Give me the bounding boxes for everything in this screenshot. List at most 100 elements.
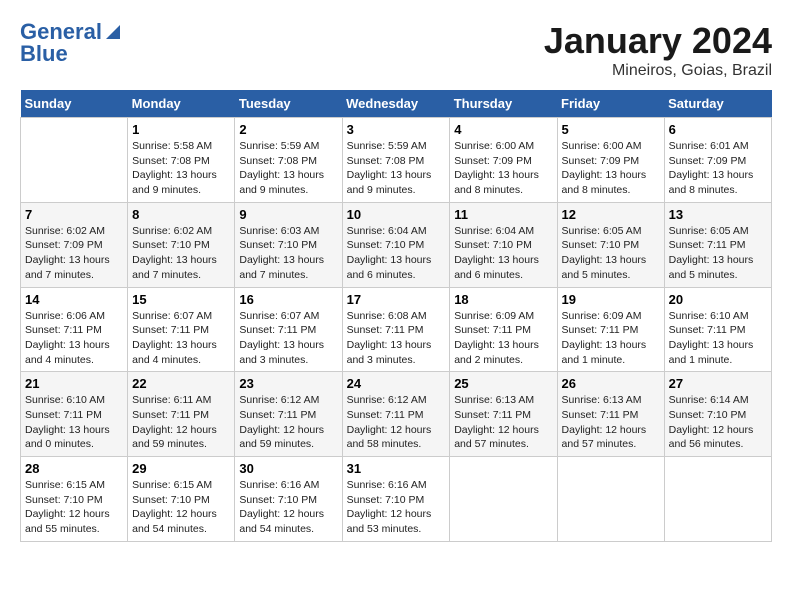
- calendar-cell: 16 Sunrise: 6:07 AMSunset: 7:11 PMDayligh…: [235, 287, 342, 372]
- day-number: 20: [669, 292, 767, 307]
- day-info: Sunrise: 6:07 AMSunset: 7:11 PMDaylight:…: [132, 309, 230, 368]
- day-info: Sunrise: 6:13 AMSunset: 7:11 PMDaylight:…: [562, 393, 660, 452]
- calendar-cell: 7Sunrise: 6:02 AMSunset: 7:09 PMDaylight…: [21, 202, 128, 287]
- day-number: 29: [132, 461, 230, 476]
- day-number: 4: [454, 122, 552, 137]
- day-number: 9: [239, 207, 337, 222]
- day-number: 13: [669, 207, 767, 222]
- calendar-cell: 29 Sunrise: 6:15 AMSunset: 7:10 PMDayligh…: [128, 457, 235, 542]
- day-info: Sunrise: 6:16 AMSunset: 7:10 PMDaylight:…: [347, 478, 446, 537]
- calendar-cell: 4Sunrise: 6:00 AMSunset: 7:09 PMDaylight…: [450, 118, 557, 203]
- day-info: Sunrise: 6:09 AMSunset: 7:11 PMDaylight:…: [454, 309, 552, 368]
- calendar-cell: 9 Sunrise: 6:03 AMSunset: 7:10 PMDaylight…: [235, 202, 342, 287]
- day-info: Sunrise: 6:14 AMSunset: 7:10 PMDaylight:…: [669, 393, 767, 452]
- page-title: January 2024: [544, 20, 772, 62]
- day-number: 10: [347, 207, 446, 222]
- day-info: Sunrise: 6:12 AMSunset: 7:11 PMDaylight:…: [239, 393, 337, 452]
- day-info: Sunrise: 6:04 AMSunset: 7:10 PMDaylight:…: [454, 224, 552, 283]
- day-number: 18: [454, 292, 552, 307]
- day-number: 11: [454, 207, 552, 222]
- day-number: 21: [25, 376, 123, 391]
- day-info: Sunrise: 6:10 AMSunset: 7:11 PMDaylight:…: [669, 309, 767, 368]
- day-number: 27: [669, 376, 767, 391]
- calendar-cell: 20 Sunrise: 6:10 AMSunset: 7:11 PMDayligh…: [664, 287, 771, 372]
- weekday-header-thursday: Thursday: [450, 90, 557, 118]
- logo-icon: [102, 21, 124, 43]
- day-number: 8: [132, 207, 230, 222]
- calendar-cell: 19Sunrise: 6:09 AMSunset: 7:11 PMDayligh…: [557, 287, 664, 372]
- day-info: Sunrise: 6:07 AMSunset: 7:11 PMDaylight:…: [239, 309, 337, 368]
- calendar-cell: 14Sunrise: 6:06 AMSunset: 7:11 PMDayligh…: [21, 287, 128, 372]
- calendar-cell: 30 Sunrise: 6:16 AMSunset: 7:10 PMDayligh…: [235, 457, 342, 542]
- weekday-header-wednesday: Wednesday: [342, 90, 450, 118]
- title-block: January 2024 Mineiros, Goias, Brazil: [544, 20, 772, 80]
- day-info: Sunrise: 6:15 AMSunset: 7:10 PMDaylight:…: [25, 478, 123, 537]
- day-info: Sunrise: 6:02 AMSunset: 7:09 PMDaylight:…: [25, 224, 123, 283]
- calendar-cell: [450, 457, 557, 542]
- day-info: Sunrise: 6:03 AMSunset: 7:10 PMDaylight:…: [239, 224, 337, 283]
- day-number: 31: [347, 461, 446, 476]
- page-header: General Blue January 2024 Mineiros, Goia…: [20, 20, 772, 80]
- calendar-cell: 11 Sunrise: 6:04 AMSunset: 7:10 PMDayligh…: [450, 202, 557, 287]
- calendar-week-row: 1 Sunrise: 5:58 AMSunset: 7:08 PMDaylight…: [21, 118, 772, 203]
- weekday-header-saturday: Saturday: [664, 90, 771, 118]
- calendar-cell: 13Sunrise: 6:05 AMSunset: 7:11 PMDayligh…: [664, 202, 771, 287]
- day-number: 25: [454, 376, 552, 391]
- calendar-cell: 2 Sunrise: 5:59 AMSunset: 7:08 PMDaylight…: [235, 118, 342, 203]
- day-number: 6: [669, 122, 767, 137]
- calendar-cell: [557, 457, 664, 542]
- day-number: 14: [25, 292, 123, 307]
- calendar-cell: 3Sunrise: 5:59 AMSunset: 7:08 PMDaylight…: [342, 118, 450, 203]
- day-info: Sunrise: 6:05 AMSunset: 7:10 PMDaylight:…: [562, 224, 660, 283]
- day-info: Sunrise: 6:13 AMSunset: 7:11 PMDaylight:…: [454, 393, 552, 452]
- day-info: Sunrise: 6:11 AMSunset: 7:11 PMDaylight:…: [132, 393, 230, 452]
- day-number: 1: [132, 122, 230, 137]
- day-info: Sunrise: 6:10 AMSunset: 7:11 PMDaylight:…: [25, 393, 123, 452]
- calendar-week-row: 14Sunrise: 6:06 AMSunset: 7:11 PMDayligh…: [21, 287, 772, 372]
- calendar-table: SundayMondayTuesdayWednesdayThursdayFrid…: [20, 90, 772, 542]
- logo-text2: Blue: [20, 42, 68, 66]
- calendar-cell: 23 Sunrise: 6:12 AMSunset: 7:11 PMDayligh…: [235, 372, 342, 457]
- day-number: 17: [347, 292, 446, 307]
- calendar-cell: 21 Sunrise: 6:10 AMSunset: 7:11 PMDayligh…: [21, 372, 128, 457]
- day-info: Sunrise: 6:08 AMSunset: 7:11 PMDaylight:…: [347, 309, 446, 368]
- day-number: 15: [132, 292, 230, 307]
- weekday-header-sunday: Sunday: [21, 90, 128, 118]
- calendar-cell: 6 Sunrise: 6:01 AMSunset: 7:09 PMDaylight…: [664, 118, 771, 203]
- calendar-cell: 15 Sunrise: 6:07 AMSunset: 7:11 PMDayligh…: [128, 287, 235, 372]
- day-number: 30: [239, 461, 337, 476]
- weekday-header-monday: Monday: [128, 90, 235, 118]
- day-info: Sunrise: 6:15 AMSunset: 7:10 PMDaylight:…: [132, 478, 230, 537]
- calendar-cell: 18 Sunrise: 6:09 AMSunset: 7:11 PMDayligh…: [450, 287, 557, 372]
- calendar-week-row: 21 Sunrise: 6:10 AMSunset: 7:11 PMDayligh…: [21, 372, 772, 457]
- calendar-cell: [21, 118, 128, 203]
- day-info: Sunrise: 6:04 AMSunset: 7:10 PMDaylight:…: [347, 224, 446, 283]
- calendar-cell: 25 Sunrise: 6:13 AMSunset: 7:11 PMDayligh…: [450, 372, 557, 457]
- calendar-cell: 27 Sunrise: 6:14 AMSunset: 7:10 PMDayligh…: [664, 372, 771, 457]
- calendar-cell: 28Sunrise: 6:15 AMSunset: 7:10 PMDayligh…: [21, 457, 128, 542]
- day-info: Sunrise: 6:01 AMSunset: 7:09 PMDaylight:…: [669, 139, 767, 198]
- day-number: 16: [239, 292, 337, 307]
- day-info: Sunrise: 6:16 AMSunset: 7:10 PMDaylight:…: [239, 478, 337, 537]
- day-info: Sunrise: 5:59 AMSunset: 7:08 PMDaylight:…: [347, 139, 446, 198]
- day-number: 2: [239, 122, 337, 137]
- day-number: 22: [132, 376, 230, 391]
- day-number: 23: [239, 376, 337, 391]
- calendar-week-row: 7Sunrise: 6:02 AMSunset: 7:09 PMDaylight…: [21, 202, 772, 287]
- calendar-cell: 31 Sunrise: 6:16 AMSunset: 7:10 PMDayligh…: [342, 457, 450, 542]
- weekday-header-tuesday: Tuesday: [235, 90, 342, 118]
- page-subtitle: Mineiros, Goias, Brazil: [544, 62, 772, 80]
- day-number: 24: [347, 376, 446, 391]
- calendar-cell: 10 Sunrise: 6:04 AMSunset: 7:10 PMDayligh…: [342, 202, 450, 287]
- calendar-cell: 12Sunrise: 6:05 AMSunset: 7:10 PMDayligh…: [557, 202, 664, 287]
- calendar-cell: 8Sunrise: 6:02 AMSunset: 7:10 PMDaylight…: [128, 202, 235, 287]
- calendar-cell: 1 Sunrise: 5:58 AMSunset: 7:08 PMDaylight…: [128, 118, 235, 203]
- calendar-cell: [664, 457, 771, 542]
- logo: General Blue: [20, 20, 124, 66]
- calendar-cell: 5Sunrise: 6:00 AMSunset: 7:09 PMDaylight…: [557, 118, 664, 203]
- weekday-header-friday: Friday: [557, 90, 664, 118]
- day-info: Sunrise: 5:59 AMSunset: 7:08 PMDaylight:…: [239, 139, 337, 198]
- day-info: Sunrise: 5:58 AMSunset: 7:08 PMDaylight:…: [132, 139, 230, 198]
- calendar-cell: 17 Sunrise: 6:08 AMSunset: 7:11 PMDayligh…: [342, 287, 450, 372]
- day-info: Sunrise: 6:00 AMSunset: 7:09 PMDaylight:…: [562, 139, 660, 198]
